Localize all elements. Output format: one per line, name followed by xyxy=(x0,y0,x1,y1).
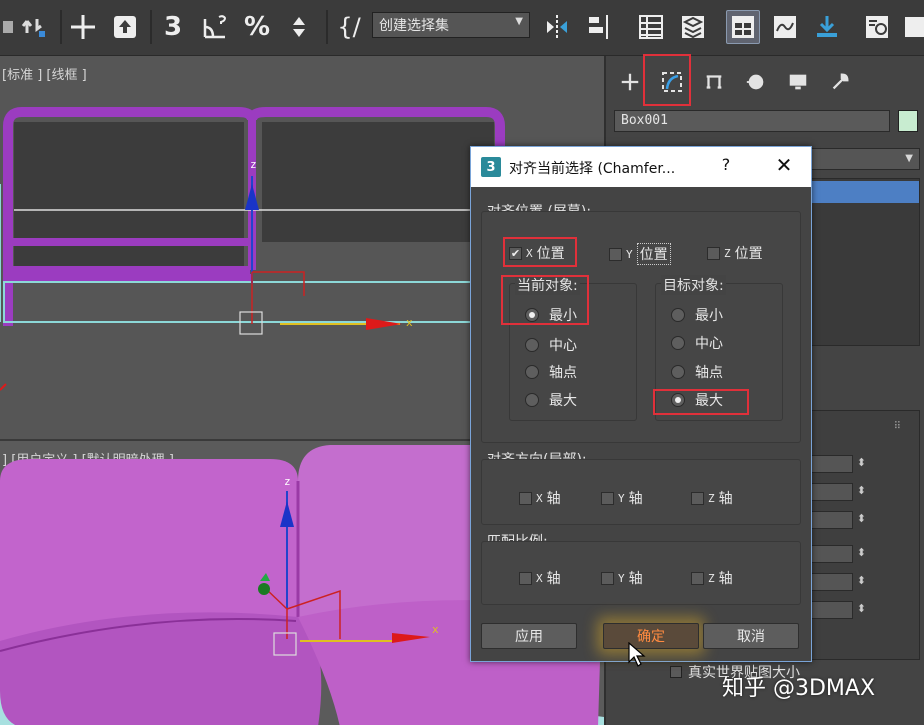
target-pivot-radio[interactable]: 轴点 xyxy=(671,362,723,382)
toggle-ribbon-icon[interactable] xyxy=(726,10,760,44)
object-name-field[interactable]: Box001 xyxy=(614,110,890,132)
object-name-value: Box001 xyxy=(621,113,668,128)
upload-icon[interactable] xyxy=(108,10,142,44)
layers-icon[interactable] xyxy=(676,10,710,44)
help-icon[interactable]: ? xyxy=(715,155,737,177)
target-object-label: 目标对象: xyxy=(661,275,726,295)
svg-text:z: z xyxy=(284,475,291,488)
radio-dot[interactable] xyxy=(525,365,539,379)
current-pivot-radio[interactable]: 轴点 xyxy=(525,362,577,382)
percent-snap-icon[interactable]: % xyxy=(240,10,274,44)
scale-y-checkbox[interactable]: Y 轴 xyxy=(601,568,643,588)
object-color-swatch[interactable] xyxy=(898,110,918,132)
orientation-x-checkbox[interactable]: X 轴 xyxy=(519,488,561,508)
render-setup-icon[interactable] xyxy=(860,10,894,44)
watermark: 知乎 @3DMAX xyxy=(722,676,876,701)
scale-x-checkbox[interactable]: X 轴 xyxy=(519,568,561,588)
edit-named-selection-icon[interactable]: {/ xyxy=(332,10,366,44)
tab-hierarchy-icon[interactable] xyxy=(694,66,734,98)
svg-text:x: x xyxy=(432,623,439,636)
chevron-down-icon: ▼ xyxy=(905,153,913,164)
apply-button[interactable]: 应用 xyxy=(481,623,577,649)
y-position-checkbox[interactable]: Y 位置 xyxy=(609,243,671,265)
gizmo-x-label: x xyxy=(406,316,413,329)
checkbox-box[interactable] xyxy=(519,571,532,585)
z-position-checkbox[interactable]: Z 位置 xyxy=(707,243,763,263)
orientation-z-checkbox[interactable]: Z 轴 xyxy=(691,488,733,508)
radio-dot[interactable] xyxy=(671,308,685,322)
checkbox-box[interactable] xyxy=(670,666,682,678)
layer-explorer-icon[interactable] xyxy=(634,10,668,44)
chevron-down-icon: ▼ xyxy=(515,16,523,27)
selection-set-value: 创建选择集 xyxy=(379,18,449,34)
radio-dot[interactable] xyxy=(525,338,539,352)
radio-dot[interactable] xyxy=(671,365,685,379)
current-center-radio[interactable]: 中心 xyxy=(525,335,577,355)
tab-display-icon[interactable] xyxy=(778,66,818,98)
toolbar-overflow-icon[interactable] xyxy=(898,10,924,44)
select-and-link-icon[interactable] xyxy=(18,10,52,44)
checkbox-box[interactable] xyxy=(707,246,720,260)
checkbox-box[interactable] xyxy=(691,571,704,585)
spinner-snap-icon[interactable] xyxy=(282,10,316,44)
checkbox-box[interactable] xyxy=(609,247,622,261)
dialog-title-bar[interactable]: 3 对齐当前选择 (Chamfer... ? ✕ xyxy=(471,147,811,187)
dialog-title: 对齐当前选择 (Chamfer... xyxy=(509,161,676,177)
move-icon[interactable] xyxy=(66,10,100,44)
tab-motion-icon[interactable] xyxy=(736,66,776,98)
modify-tab-highlight xyxy=(643,54,691,106)
tab-utilities-icon[interactable] xyxy=(820,66,860,98)
checkbox-box[interactable] xyxy=(519,491,532,505)
cancel-button[interactable]: 取消 xyxy=(703,623,799,649)
current-max-radio[interactable]: 最大 xyxy=(525,390,577,410)
checkbox-box[interactable] xyxy=(601,571,614,585)
radio-dot[interactable] xyxy=(671,336,685,350)
rollout-grip-icon: ⠿ xyxy=(893,421,901,432)
snap-toggle-icon[interactable]: 3 xyxy=(156,10,190,44)
ok-button[interactable]: 确定 xyxy=(603,623,699,649)
checkbox-box[interactable] xyxy=(691,491,704,505)
radio-dot[interactable] xyxy=(525,393,539,407)
current-object-highlight xyxy=(501,275,589,325)
align-selection-dialog: 3 对齐当前选择 (Chamfer... ? ✕ 对齐位置 (屏幕): ✔ X … xyxy=(470,146,812,662)
mirror-icon[interactable] xyxy=(540,10,574,44)
mouse-cursor-icon xyxy=(628,642,646,667)
target-max-highlight xyxy=(653,389,749,415)
target-min-radio[interactable]: 最小 xyxy=(671,305,723,325)
app-icon: 3 xyxy=(481,157,501,177)
x-position-highlight xyxy=(503,237,577,267)
selection-set-dropdown[interactable]: 创建选择集 ▼ xyxy=(372,12,530,38)
main-toolbar: 3 % {/ 创建选择集 ▼ xyxy=(0,0,924,56)
snap-label: 3 xyxy=(163,12,183,42)
checkbox-box[interactable] xyxy=(601,491,614,505)
curve-editor-icon[interactable] xyxy=(768,10,802,44)
scale-z-checkbox[interactable]: Z 轴 xyxy=(691,568,733,588)
target-center-radio[interactable]: 中心 xyxy=(671,333,723,353)
download-icon[interactable] xyxy=(810,10,844,44)
gizmo-z-label: z xyxy=(250,158,257,171)
close-icon[interactable]: ✕ xyxy=(771,153,797,179)
orientation-y-checkbox[interactable]: Y 轴 xyxy=(601,488,643,508)
angle-snap-icon[interactable] xyxy=(198,10,232,44)
align-icon[interactable] xyxy=(584,10,618,44)
